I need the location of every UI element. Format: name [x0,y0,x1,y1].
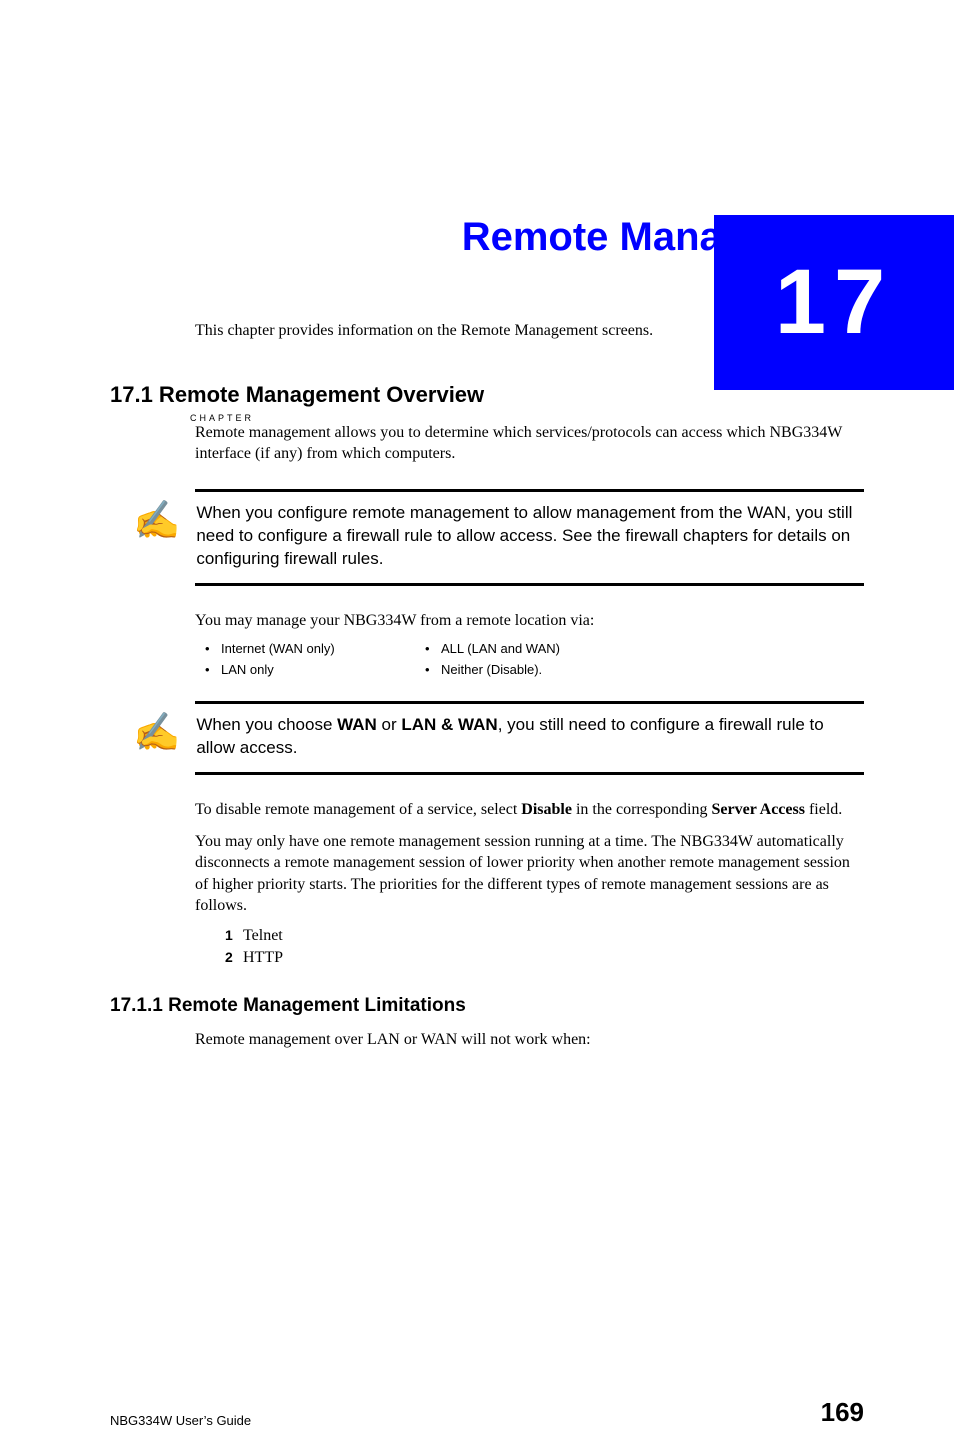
body-paragraph: You may only have one remote management … [195,831,864,917]
list-item: Internet (WAN only) [205,641,385,656]
bold-text: Server Access [712,801,805,818]
bold-text: Disable [521,801,572,818]
list-item: 1Telnet [225,927,864,945]
body-paragraph: To disable remote management of a servic… [195,799,864,821]
subsection-heading: 17.1.1 Remote Management Limitations [110,995,864,1017]
text: field. [805,801,842,818]
body-paragraph: Remote management allows you to determin… [195,422,864,465]
note-block: ✍ When you configure remote management t… [195,489,864,586]
list-number: 2 [225,949,243,965]
chapter-number: 17 [775,250,893,355]
bold-text: WAN [337,715,377,734]
body-paragraph: Remote management over LAN or WAN will n… [195,1029,864,1051]
list-text: Telnet [243,927,283,944]
list-item: LAN only [205,662,385,677]
note-icon: ✍ [133,714,180,752]
list-item: Neither (Disable). [425,662,625,677]
chapter-number-box: 17 [714,215,954,390]
chapter-prefix: CHAPTER [190,413,254,423]
note-text: When you choose WAN or LAN & WAN, you st… [196,714,864,760]
note-block: ✍ When you choose WAN or LAN & WAN, you … [195,701,864,775]
ordered-list: 1Telnet 2HTTP [225,927,864,967]
text: or [377,715,402,734]
bold-text: LAN & WAN [401,715,497,734]
page-number: 169 [821,1397,864,1428]
list-item: ALL (LAN and WAN) [425,641,625,656]
note-icon: ✍ [133,502,180,540]
text: in the corresponding [572,801,712,818]
list-item: 2HTTP [225,949,864,967]
footer-guide-name: NBG334W User’s Guide [110,1413,251,1428]
list-number: 1 [225,927,243,943]
note-text: When you configure remote management to … [196,502,864,571]
option-list: Internet (WAN only) ALL (LAN and WAN) LA… [205,641,864,677]
text: When you choose [196,715,337,734]
list-text: HTTP [243,949,283,966]
text: To disable remote management of a servic… [195,801,521,818]
rule [195,583,864,586]
body-paragraph: You may manage your NBG334W from a remot… [195,610,864,632]
rule [195,772,864,775]
page-footer: NBG334W User’s Guide 169 [110,1397,864,1428]
